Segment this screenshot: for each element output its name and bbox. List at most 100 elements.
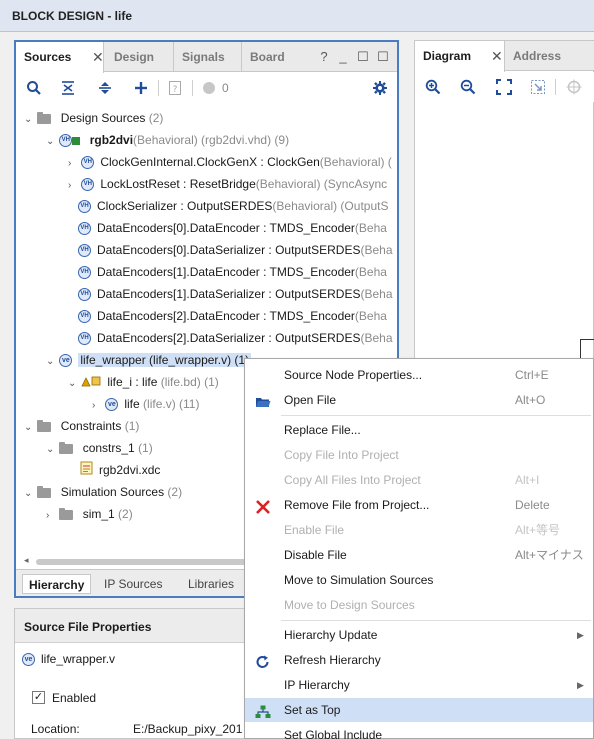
maximize-icon[interactable]: ☐ bbox=[375, 42, 391, 72]
help-icon[interactable]: ? bbox=[316, 42, 332, 72]
zoom-in-icon[interactable] bbox=[424, 78, 442, 96]
folder-open-icon bbox=[255, 393, 271, 407]
tree-node-clockgen[interactable]: › VH ClockGenInternal.ClockGenX : ClockGe… bbox=[68, 151, 392, 173]
tab-address-editor[interactable]: Address Editor bbox=[505, 41, 594, 93]
constraint-file-icon bbox=[80, 460, 93, 482]
tree-node-rgb2dvi-xdc[interactable]: rgb2dvi.xdc bbox=[80, 459, 160, 481]
chevron-down-icon[interactable]: ⌄ bbox=[24, 417, 34, 439]
menu-item-ip-hierarchy[interactable]: IP Hierarchy ▶ bbox=[245, 673, 593, 697]
tab-signals[interactable]: Signals bbox=[174, 42, 242, 72]
tab-libraries[interactable]: Libraries bbox=[182, 574, 240, 594]
menu-item-set-global-include[interactable]: Set Global Include bbox=[245, 723, 593, 739]
tree-extra: (Behavioral) ( bbox=[319, 155, 392, 169]
chevron-down-icon[interactable]: ⌄ bbox=[24, 109, 34, 131]
tree-node-rgb2dvi[interactable]: ⌄ VH rgb2dvi(Behavioral) (rgb2dvi.vhd) (… bbox=[46, 129, 289, 151]
gear-icon[interactable] bbox=[371, 79, 389, 97]
menu-item-open-file[interactable]: Open File Alt+O bbox=[245, 388, 593, 412]
tree-node-sim-1[interactable]: › sim_1 (2) bbox=[46, 503, 133, 525]
menu-item-move-to-simulation-sources[interactable]: Move to Simulation Sources bbox=[245, 568, 593, 592]
tab-board[interactable]: Board bbox=[242, 42, 312, 72]
restore-icon[interactable]: ☐ bbox=[355, 42, 371, 72]
chevron-right-icon[interactable]: › bbox=[68, 175, 78, 197]
add-sources-icon[interactable] bbox=[132, 79, 150, 97]
tab-sources[interactable]: Sources ✕ bbox=[16, 42, 104, 73]
tree-node-constrs-1[interactable]: ⌄ constrs_1 (1) bbox=[46, 437, 153, 459]
delete-x-icon bbox=[255, 498, 271, 514]
menu-item-label: Open File bbox=[284, 393, 337, 407]
chevron-down-icon[interactable]: ⌄ bbox=[46, 439, 56, 461]
help-doc-icon[interactable]: ? bbox=[166, 79, 184, 97]
submenu-arrow-icon: ▶ bbox=[577, 680, 584, 690]
chevron-right-icon[interactable]: › bbox=[68, 153, 78, 175]
vhdl-file-icon: VH bbox=[78, 266, 91, 280]
tree-node-life[interactable]: › ve life (life.v) (11) bbox=[92, 393, 199, 415]
expand-all-icon[interactable] bbox=[96, 79, 114, 97]
tree-node-life-wrapper[interactable]: ⌄ ve life_wrapper (life_wrapper.v) (1) bbox=[46, 349, 252, 373]
crosshair-icon[interactable] bbox=[565, 78, 583, 96]
tree-node-constraints[interactable]: ⌄ Constraints (1) bbox=[24, 415, 139, 437]
tree-node-clockserializer[interactable]: VH ClockSerializer : OutputSERDES(Behavio… bbox=[78, 195, 388, 217]
menu-item-copy-file-into-project[interactable]: Copy File Into Project bbox=[245, 443, 593, 467]
tree-node-life-i[interactable]: ⌄ life_i : life (life.bd) (1) bbox=[68, 371, 219, 393]
diagram-toolbar bbox=[415, 72, 594, 102]
tab-hierarchy[interactable]: Hierarchy bbox=[22, 574, 92, 594]
tree-node-dataencoder-1[interactable]: VH DataEncoders[1].DataEncoder : TMDS_Enc… bbox=[78, 261, 387, 283]
vhdl-file-icon: VH bbox=[81, 156, 95, 170]
zoom-out-icon[interactable] bbox=[459, 78, 477, 96]
tree-label: life bbox=[124, 397, 140, 411]
menu-item-shortcut: Ctrl+E bbox=[515, 368, 549, 382]
enabled-checkbox[interactable]: ✓ bbox=[32, 691, 45, 704]
chevron-down-icon[interactable]: ⌄ bbox=[68, 373, 78, 395]
close-icon[interactable]: ✕ bbox=[92, 42, 104, 72]
tree-node-dataserializer-0[interactable]: VH DataEncoders[0].DataSerializer : Outpu… bbox=[78, 239, 393, 261]
window-title: BLOCK DESIGN - life bbox=[12, 9, 133, 23]
tree-node-dataserializer-1[interactable]: VH DataEncoders[1].DataSerializer : Outpu… bbox=[78, 283, 393, 305]
status-badge[interactable]: 0 bbox=[202, 79, 232, 97]
tree-node-dataencoder-2[interactable]: VH DataEncoders[2].DataEncoder : TMDS_Enc… bbox=[78, 305, 387, 327]
zoom-fit-icon[interactable] bbox=[495, 78, 513, 96]
diagram-tab-row: Diagram ✕ Address Editor bbox=[415, 41, 594, 93]
chevron-down-icon[interactable]: ⌄ bbox=[46, 351, 56, 373]
menu-item-source-node-properties[interactable]: Source Node Properties... Ctrl+E bbox=[245, 363, 593, 387]
menu-item-set-as-top[interactable]: Set as Top bbox=[245, 698, 593, 722]
scrollbar-thumb[interactable] bbox=[36, 559, 266, 565]
collapse-all-icon[interactable] bbox=[59, 79, 77, 97]
tree-node-dataserializer-2[interactable]: VH DataEncoders[2].DataSerializer : Outpu… bbox=[78, 327, 393, 349]
menu-item-refresh-hierarchy[interactable]: Refresh Hierarchy bbox=[245, 648, 593, 672]
tree-node-simulation-sources[interactable]: ⌄ Simulation Sources (2) bbox=[24, 481, 182, 503]
tab-diagram[interactable]: Diagram ✕ bbox=[415, 41, 505, 72]
enabled-label: Enabled bbox=[52, 691, 97, 705]
menu-item-move-to-design-sources[interactable]: Move to Design Sources bbox=[245, 593, 593, 617]
zoom-area-icon[interactable] bbox=[529, 78, 547, 96]
menu-item-disable-file[interactable]: Disable File Alt+マイナス bbox=[245, 543, 593, 567]
menu-item-hierarchy-update[interactable]: Hierarchy Update ▶ bbox=[245, 623, 593, 647]
tab-ip-sources[interactable]: IP Sources bbox=[98, 574, 168, 594]
sources-toolbar: ? 0 bbox=[16, 73, 397, 103]
menu-item-remove-file[interactable]: Remove File from Project... Delete bbox=[245, 493, 593, 517]
search-icon[interactable] bbox=[25, 79, 43, 97]
menu-item-copy-all-files-into-project[interactable]: Copy All Files Into Project Alt+I bbox=[245, 468, 593, 492]
properties-title: Source File Properties bbox=[24, 620, 152, 634]
scroll-left-icon[interactable]: ◂ bbox=[24, 555, 29, 566]
menu-item-shortcut: Alt+O bbox=[515, 393, 546, 407]
menu-item-shortcut: Alt+等号 bbox=[515, 523, 561, 537]
chevron-right-icon[interactable]: › bbox=[92, 395, 102, 417]
properties-header: Source File Properties bbox=[15, 609, 273, 643]
location-value: E:/Backup_pixy_201 bbox=[133, 722, 243, 736]
location-label: Location: bbox=[31, 722, 80, 736]
menu-item-replace-file[interactable]: Replace File... bbox=[245, 418, 593, 442]
tree-node-locklostreset[interactable]: › VH LockLostReset : ResetBridge(Behavior… bbox=[68, 173, 387, 195]
chevron-down-icon[interactable]: ⌄ bbox=[24, 483, 34, 505]
menu-item-shortcut: Alt+I bbox=[515, 473, 540, 487]
chevron-down-icon[interactable]: ⌄ bbox=[46, 131, 56, 153]
tree-node-design-sources[interactable]: ⌄ Design Sources (2) bbox=[24, 107, 163, 129]
minimize-icon[interactable]: _ bbox=[335, 42, 351, 72]
menu-item-label: Move to Simulation Sources bbox=[284, 573, 434, 587]
tab-design[interactable]: Design bbox=[106, 42, 174, 72]
menu-item-enable-file[interactable]: Enable File Alt+等号 bbox=[245, 518, 593, 542]
tree-node-dataencoder-0[interactable]: VH DataEncoders[0].DataEncoder : TMDS_Enc… bbox=[78, 217, 387, 239]
chevron-right-icon[interactable]: › bbox=[46, 505, 56, 527]
tree-extra: (life.v) (11) bbox=[143, 397, 200, 411]
close-icon[interactable]: ✕ bbox=[491, 41, 503, 71]
tree-extra: (Beha bbox=[360, 331, 393, 345]
